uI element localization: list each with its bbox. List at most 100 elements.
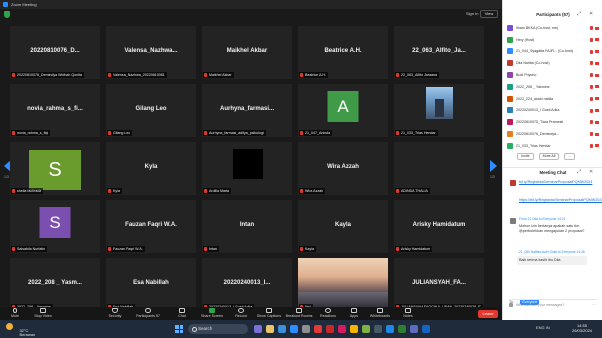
app-icon[interactable] — [374, 325, 382, 333]
video-tile[interactable]: 20220240013_I...20220240013_I Gusti Arik… — [202, 258, 292, 311]
notes-button[interactable]: Notes — [394, 308, 422, 320]
edge-icon[interactable] — [278, 325, 286, 333]
next-page-arrow[interactable] — [490, 159, 498, 173]
leave-button[interactable]: Leave — [478, 310, 498, 318]
video-tile[interactable]: Kayla Kayla — [298, 200, 388, 253]
shield-icon[interactable] — [4, 11, 10, 18]
video-tile[interactable]: 2022_208 _ Yasm...2022_208 _ Yasmine — [10, 258, 100, 311]
view-button[interactable]: View — [480, 10, 498, 18]
video-tile[interactable]: A 21_047_Aninda — [298, 84, 388, 137]
mic-muted-icon — [300, 131, 303, 135]
file-explorer-icon[interactable] — [266, 325, 274, 333]
video-tile[interactable]: Kyla Kyla — [106, 142, 196, 195]
avatar — [510, 218, 516, 224]
task-view-icon[interactable] — [254, 325, 262, 333]
participant-row[interactable]: Dila Narlita (Co-host) — [507, 57, 599, 69]
participant-row[interactable]: Hery (Host) — [507, 34, 599, 46]
chat-title: Meeting Chat — [539, 170, 567, 175]
start-windows-icon[interactable] — [175, 325, 183, 333]
whiteboards-button[interactable]: Whiteboards — [366, 308, 394, 320]
avatar — [507, 72, 513, 79]
mic-muted-icon — [12, 73, 15, 77]
video-tile[interactable]: 21_033_Trias Hendar — [394, 84, 484, 137]
breakout-rooms-button[interactable]: Breakout Rooms — [285, 308, 313, 320]
word-icon[interactable] — [386, 325, 394, 333]
video-tile[interactable]: Beatrice A.H. Beatrice A.H. — [298, 26, 388, 79]
mute-button[interactable]: Mute — [1, 308, 29, 320]
chat-input[interactable]: Who can see your messages? ⋯ — [509, 299, 597, 311]
participant-row[interactable]: 20220240013_I Gusti Arika — [507, 105, 599, 117]
close-chat-icon[interactable]: ✕ — [589, 168, 593, 177]
more-button[interactable]: ... — [564, 153, 576, 160]
teams-icon[interactable] — [410, 325, 418, 333]
app-icon[interactable] — [338, 325, 346, 333]
video-tile[interactable]: Esa NabillahEsa Nabillah — [106, 258, 196, 311]
app-icon[interactable] — [362, 325, 370, 333]
video-tile[interactable]: Wira Azzah Wira Azzah — [298, 142, 388, 195]
more-icon[interactable]: ⋯ — [592, 302, 596, 307]
video-tile[interactable]: JULIANSYAH_FA...JULIANSYAH FAQCHUL LISAN… — [394, 258, 484, 311]
video-tile[interactable]: novia_rahma_s_fi... novia_rahma_s_fiqi — [10, 84, 100, 137]
participants-count: 57 — [155, 314, 160, 318]
chat-message-text[interactable]: bit.ly/RegistrasiSeminarProposalPQMW2024 — [519, 180, 592, 185]
video-tile[interactable]: Ardilla Marta — [202, 142, 292, 195]
video-tile[interactable]: 20220810076_D... 20220810076_Demindya Wid… — [10, 26, 100, 79]
tile-name: Gilang Leo — [135, 106, 167, 112]
zoom-app-icon[interactable] — [290, 325, 298, 333]
mute-all-button[interactable]: Mute All — [538, 153, 560, 160]
settings-icon[interactable] — [302, 325, 310, 333]
chat-message-text[interactable]: https://bit.ly/RegistrasiSeminarProposal… — [519, 198, 602, 203]
participant-row[interactable]: 21_044_Syagatta FAJR... (Co-host) — [507, 46, 599, 58]
show-captions-button[interactable]: Show Captions — [255, 308, 283, 320]
video-tile[interactable]: Fauzan Faqri W.A. Fauzan Faqri W.A. — [106, 200, 196, 253]
tile-name: 20220810076_D... — [30, 48, 80, 54]
participant-row[interactable]: 2022_208 _ Yasmine — [507, 81, 599, 93]
video-tile[interactable]: Maikhel Akbar Maikhel Akbar — [202, 26, 292, 79]
stop-video-button[interactable]: Stop Video — [29, 308, 57, 320]
video-tile[interactable]: Arisky Hamidatum Arisky Hamidatum — [394, 200, 484, 253]
excel-icon[interactable] — [398, 325, 406, 333]
participant-row[interactable]: 20220810076_Demindya... — [507, 128, 599, 140]
record-button[interactable]: Record — [227, 308, 255, 320]
video-tile[interactable]: Aurhyna_farmasi... Aurhyna_farmasi_aditya… — [202, 84, 292, 137]
mic-muted-icon — [396, 189, 399, 193]
invite-button[interactable]: Invite — [517, 153, 534, 160]
video-tile[interactable]: Intan Intan — [202, 200, 292, 253]
clock[interactable]: 14:55 26/03/2024 — [572, 323, 592, 333]
video-tile[interactable]: S Salsabila Nurfatin — [10, 200, 100, 253]
pdf-reader-icon[interactable] — [314, 325, 322, 333]
tile-caption: Intan — [203, 246, 219, 252]
participants-button[interactable]: Participants 57 — [134, 308, 162, 320]
video-off-icon — [595, 109, 599, 113]
popout-icon[interactable]: ⤢ — [577, 168, 581, 177]
video-tile[interactable]: Ilmi — [298, 258, 388, 311]
reactions-button[interactable]: Reactions — [314, 308, 342, 320]
participant-row[interactable]: 20220810075_Tiara Pramesti — [507, 116, 599, 128]
sign-in-link[interactable]: Sign In — [466, 11, 478, 16]
participant-row[interactable]: 2022_224_asahi nabila — [507, 93, 599, 105]
weather-widget[interactable]: 32°C Berawan — [6, 323, 35, 338]
mic-muted-icon — [590, 132, 593, 137]
chat-button[interactable]: Chat — [168, 308, 196, 320]
popout-icon[interactable]: ⤢ — [577, 10, 581, 19]
video-tile[interactable]: 22_063_Alfito_Ja... 22_063_Alfito Jaraana — [394, 26, 484, 79]
powerpoint-icon[interactable] — [326, 325, 334, 333]
system-tray[interactable]: ENG IN — [536, 325, 550, 330]
chrome-icon[interactable] — [350, 325, 358, 333]
video-tile[interactable]: Ssheila fachrada — [10, 142, 100, 195]
video-tile[interactable]: Gilang Leo Gilang Leo — [106, 84, 196, 137]
participant-row[interactable]: 21_033_Trias Hendar — [507, 140, 599, 152]
tile-name: Esa Nabillah — [133, 280, 169, 286]
video-tile[interactable]: ADINDA THALIA — [394, 142, 484, 195]
video-tile[interactable]: Valensa_Nazhwa... Valensa_Nazhwa_20220810… — [106, 26, 196, 79]
close-panel-icon[interactable]: ✕ — [589, 10, 593, 19]
apps-button[interactable]: Apps — [340, 308, 368, 320]
word-icon[interactable] — [422, 325, 430, 333]
share-screen-button[interactable]: Share Screen — [198, 308, 226, 320]
security-button[interactable]: Security — [101, 308, 129, 320]
participant-row[interactable]: Budi Priyono — [507, 69, 599, 81]
mic-muted-icon — [108, 73, 111, 77]
participant-name: 2022_224_asahi nabila — [516, 96, 554, 101]
taskbar-search[interactable]: Search — [188, 324, 248, 334]
participant-row[interactable]: Ilham BKKA (Co-host, me) — [507, 22, 599, 34]
